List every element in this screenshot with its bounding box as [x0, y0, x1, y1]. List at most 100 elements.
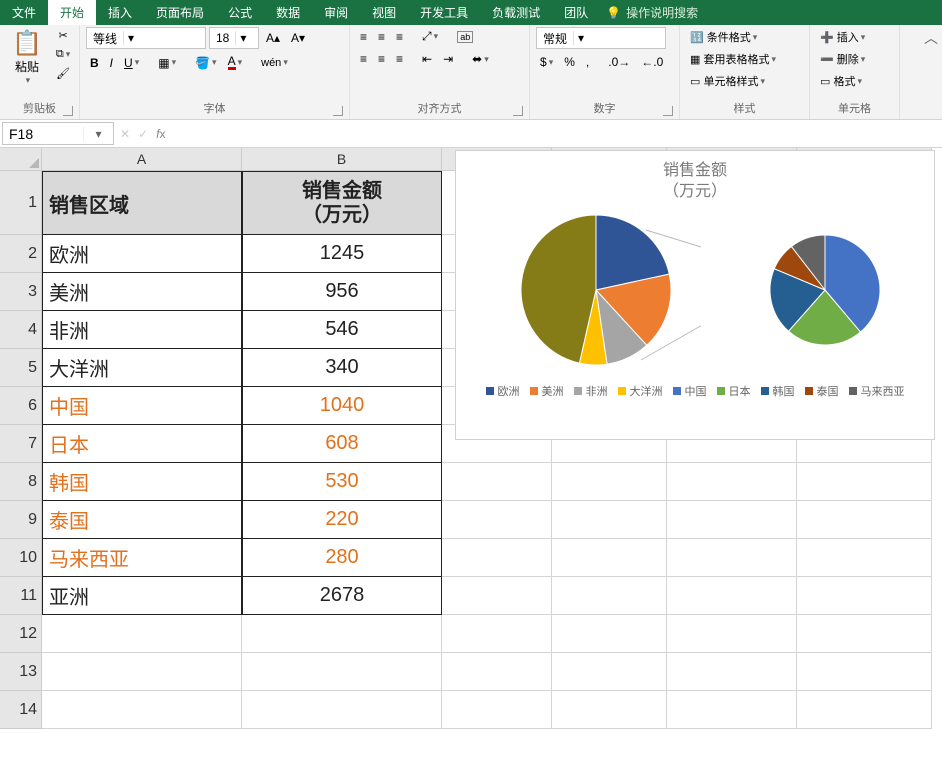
cell-C11[interactable]: [442, 577, 552, 615]
tab-page-layout[interactable]: 页面布局: [144, 0, 216, 25]
insert-function-button[interactable]: fx: [156, 127, 165, 141]
row-header-8[interactable]: 8: [0, 463, 42, 501]
format-as-table-button[interactable]: ▦ 套用表格格式▾: [686, 49, 803, 69]
cell-E14[interactable]: [667, 691, 797, 729]
font-color-button[interactable]: A▾: [224, 53, 247, 72]
cell-E13[interactable]: [667, 653, 797, 691]
cell-A11[interactable]: 亚洲: [42, 577, 242, 615]
align-top-button[interactable]: ≡: [356, 28, 371, 46]
tab-formulas[interactable]: 公式: [216, 0, 264, 25]
cancel-formula-button[interactable]: ✕: [120, 127, 130, 141]
font-name-combo[interactable]: 等线▾: [86, 27, 206, 49]
row-header-2[interactable]: 2: [0, 235, 42, 273]
cell-A2[interactable]: 欧洲: [42, 235, 242, 273]
name-box-input[interactable]: [3, 126, 83, 142]
cell-E11[interactable]: [667, 577, 797, 615]
cell-C13[interactable]: [442, 653, 552, 691]
cell-E8[interactable]: [667, 463, 797, 501]
tab-dev-tools[interactable]: 开发工具: [408, 0, 480, 25]
cell-A6[interactable]: 中国: [42, 387, 242, 425]
decrease-decimal-button[interactable]: ←.0: [637, 53, 667, 71]
increase-font-button[interactable]: A▴: [262, 29, 284, 47]
tab-insert[interactable]: 插入: [96, 0, 144, 25]
cell-E9[interactable]: [667, 501, 797, 539]
cell-F14[interactable]: [797, 691, 932, 729]
cell-F8[interactable]: [797, 463, 932, 501]
dialog-launcher-icon[interactable]: [333, 106, 343, 116]
dialog-launcher-icon[interactable]: [663, 106, 673, 116]
cell-styles-button[interactable]: ▭ 单元格样式▾: [686, 71, 803, 91]
paste-button[interactable]: 📋 粘贴 ▾: [6, 27, 48, 88]
row-header-5[interactable]: 5: [0, 349, 42, 387]
column-header-A[interactable]: A: [42, 148, 242, 171]
decrease-indent-button[interactable]: ⇤: [418, 50, 436, 68]
cell-A8[interactable]: 韩国: [42, 463, 242, 501]
cell-A9[interactable]: 泰国: [42, 501, 242, 539]
increase-indent-button[interactable]: ⇥: [439, 50, 457, 68]
cell-B11[interactable]: 2678: [242, 577, 442, 615]
cell-A3[interactable]: 美洲: [42, 273, 242, 311]
fill-color-button[interactable]: 🪣▾: [191, 54, 220, 72]
tab-file[interactable]: 文件: [0, 0, 48, 25]
cell-D14[interactable]: [552, 691, 667, 729]
cell-C9[interactable]: [442, 501, 552, 539]
cell-B10[interactable]: 280: [242, 539, 442, 577]
row-header-13[interactable]: 13: [0, 653, 42, 691]
column-header-B[interactable]: B: [242, 148, 442, 171]
accounting-format-button[interactable]: $▾: [536, 53, 557, 71]
cell-F11[interactable]: [797, 577, 932, 615]
row-header-3[interactable]: 3: [0, 273, 42, 311]
phonetic-button[interactable]: wén▾: [257, 55, 292, 71]
cell-C12[interactable]: [442, 615, 552, 653]
cell-F13[interactable]: [797, 653, 932, 691]
select-all-corner[interactable]: [0, 148, 42, 171]
percent-format-button[interactable]: %: [560, 53, 579, 71]
cell-A7[interactable]: 日本: [42, 425, 242, 463]
cell-B9[interactable]: 220: [242, 501, 442, 539]
cell-F9[interactable]: [797, 501, 932, 539]
cell-A1[interactable]: 销售区域: [42, 171, 242, 235]
cell-A4[interactable]: 非洲: [42, 311, 242, 349]
cell-F12[interactable]: [797, 615, 932, 653]
cut-button[interactable]: ✂: [52, 27, 74, 44]
number-format-combo[interactable]: 常规▾: [536, 27, 666, 49]
insert-cells-button[interactable]: ➕ 插入▾: [816, 27, 893, 47]
cell-B6[interactable]: 1040: [242, 387, 442, 425]
cell-C8[interactable]: [442, 463, 552, 501]
cell-D10[interactable]: [552, 539, 667, 577]
name-box[interactable]: ▾: [2, 122, 114, 145]
tab-load-test[interactable]: 负载测试: [480, 0, 552, 25]
dialog-launcher-icon[interactable]: [63, 106, 73, 116]
row-header-4[interactable]: 4: [0, 311, 42, 349]
cell-B1[interactable]: 销售金额（万元）: [242, 171, 442, 235]
font-size-combo[interactable]: 18▾: [209, 27, 259, 49]
format-cells-button[interactable]: ▭ 格式▾: [816, 71, 893, 91]
comma-format-button[interactable]: ,: [582, 53, 593, 71]
cell-B5[interactable]: 340: [242, 349, 442, 387]
cell-B13[interactable]: [242, 653, 442, 691]
row-header-11[interactable]: 11: [0, 577, 42, 615]
row-header-6[interactable]: 6: [0, 387, 42, 425]
cell-E12[interactable]: [667, 615, 797, 653]
align-middle-button[interactable]: ≡: [374, 28, 389, 46]
row-header-10[interactable]: 10: [0, 539, 42, 577]
cell-B12[interactable]: [242, 615, 442, 653]
cell-A14[interactable]: [42, 691, 242, 729]
tab-team[interactable]: 团队: [552, 0, 600, 25]
row-header-14[interactable]: 14: [0, 691, 42, 729]
bold-button[interactable]: B: [86, 54, 103, 72]
cell-D11[interactable]: [552, 577, 667, 615]
cell-D9[interactable]: [552, 501, 667, 539]
align-center-button[interactable]: ≡: [374, 50, 389, 68]
enter-formula-button[interactable]: ✓: [138, 127, 148, 141]
increase-decimal-button[interactable]: .0→: [604, 53, 634, 71]
cell-B14[interactable]: [242, 691, 442, 729]
orientation-button[interactable]: ⤢▾: [418, 27, 442, 46]
merge-center-button[interactable]: ⬌▾: [468, 50, 493, 68]
cell-C14[interactable]: [442, 691, 552, 729]
cell-F10[interactable]: [797, 539, 932, 577]
tab-home[interactable]: 开始: [48, 0, 96, 25]
tell-me-search[interactable]: 💡 操作说明搜索: [606, 0, 698, 25]
cell-D8[interactable]: [552, 463, 667, 501]
cell-C10[interactable]: [442, 539, 552, 577]
